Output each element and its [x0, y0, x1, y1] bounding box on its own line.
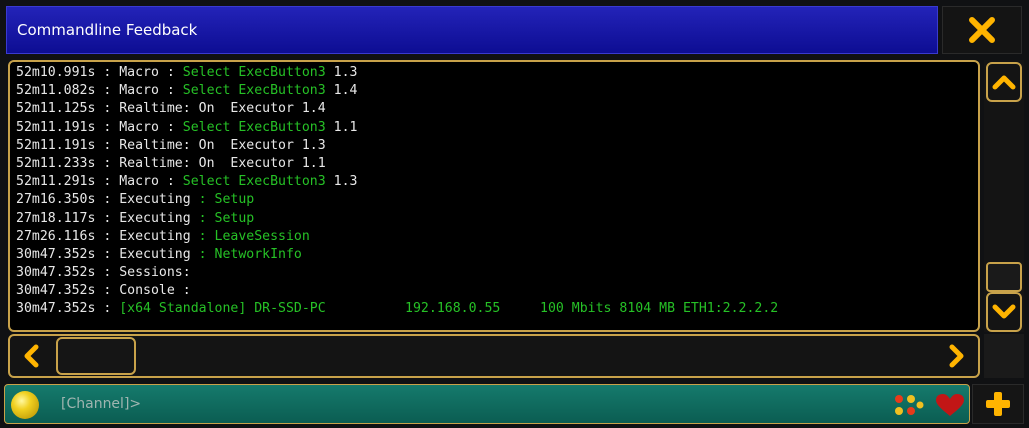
log-text: Macro :: [119, 83, 183, 99]
log-text: Console :: [119, 283, 191, 299]
log-timestamp: 52m11.191s: [16, 119, 96, 135]
log-text: Executing: [119, 246, 199, 262]
chevron-right-icon: [949, 344, 964, 368]
status-led-icon: [11, 391, 39, 419]
log-line: 30m47.352s : Console :: [16, 282, 972, 300]
log-line: 52m11.191s : Realtime: On Executor 1.3: [16, 137, 972, 155]
log-text: Executing: [119, 192, 199, 208]
log-highlight: : NetworkInfo: [198, 246, 302, 262]
log-timestamp: 27m18.117s: [16, 210, 96, 226]
log-timestamp: 27m26.116s: [16, 228, 96, 244]
scroll-right-button[interactable]: [938, 338, 974, 374]
log-separator: :: [95, 137, 120, 153]
log-detail: 1.3: [325, 65, 358, 80]
add-button[interactable]: [972, 384, 1024, 424]
chevron-down-icon: [992, 304, 1016, 319]
log-highlight: Select ExecButton3: [182, 83, 326, 99]
log-separator: :: [95, 101, 120, 117]
chevron-up-icon: [992, 75, 1016, 90]
log-text: Executing: [119, 228, 199, 244]
log-separator: :: [95, 246, 120, 262]
log-separator: :: [95, 192, 120, 208]
scroll-up-button[interactable]: [986, 62, 1022, 102]
log-line: 52m11.191s : Macro : Select ExecButton3 …: [16, 119, 972, 137]
log-separator: :: [95, 119, 120, 135]
log-separator: :: [95, 83, 120, 99]
log-separator: :: [95, 265, 120, 281]
log-text: Sessions:: [119, 265, 191, 281]
status-indicators: [889, 391, 969, 419]
scroll-down-button[interactable]: [986, 292, 1022, 332]
log-highlight: : Setup: [198, 192, 255, 208]
commandline-feedback-window: Commandline Feedback 52m10.991s : Macro …: [0, 0, 1029, 428]
vertical-scroll-thumb[interactable]: [986, 262, 1022, 292]
scroll-corner: [984, 334, 1024, 378]
log-timestamp: 30m47.352s: [16, 301, 96, 317]
log-highlight: Select ExecButton3: [182, 119, 326, 135]
log-line: 30m47.352s : Executing : NetworkInfo: [16, 246, 972, 264]
command-line-bar[interactable]: [Channel]>: [4, 384, 970, 424]
log-line: 27m18.117s : Executing : Setup: [16, 210, 972, 228]
log-timestamp: 30m47.352s: [16, 283, 96, 299]
log-detail: 1.1: [325, 119, 358, 135]
log-text: Macro :: [119, 174, 183, 190]
log-line: 27m16.350s : Executing : Setup: [16, 191, 972, 209]
horizontal-scrollbar[interactable]: [8, 334, 980, 378]
log-timestamp: 52m11.291s: [16, 174, 96, 190]
log-timestamp: 52m11.191s: [16, 137, 96, 153]
executor-dots-icon: [895, 395, 924, 415]
horizontal-scroll-thumb[interactable]: [56, 337, 136, 375]
log-timestamp: 30m47.352s: [16, 265, 96, 281]
heart-icon: [936, 394, 964, 416]
log-separator: :: [95, 301, 120, 317]
command-prompt[interactable]: [Channel]>: [61, 396, 141, 412]
log-highlight: Select ExecButton3: [182, 65, 326, 80]
log-separator: :: [95, 283, 120, 299]
log-line: 52m11.233s : Realtime: On Executor 1.1: [16, 155, 972, 173]
vertical-scrollbar[interactable]: [984, 60, 1024, 332]
log-separator: :: [95, 174, 120, 190]
log-text: Macro :: [119, 65, 183, 80]
plus-icon: [986, 392, 1010, 416]
log-detail: 1.3: [325, 174, 358, 190]
window-title: Commandline Feedback: [17, 21, 198, 39]
log-line: 52m11.082s : Macro : Select ExecButton3 …: [16, 82, 972, 100]
log-output[interactable]: 52m10.991s : Macro : Select ExecButton3 …: [8, 60, 980, 332]
log-line: 52m11.291s : Macro : Select ExecButton3 …: [16, 173, 972, 191]
log-timestamp: 27m16.350s: [16, 192, 96, 208]
log-timestamp: 52m11.082s: [16, 83, 96, 99]
chevron-left-icon: [24, 344, 39, 368]
log-separator: :: [95, 210, 120, 226]
close-x-icon: [969, 17, 995, 43]
scroll-left-button[interactable]: [14, 338, 50, 374]
log-line: 30m47.352s : [x64 Standalone] DR-SSD-PC …: [16, 300, 972, 318]
log-highlight: : Setup: [198, 210, 255, 226]
log-highlight: Select ExecButton3: [182, 174, 326, 190]
log-separator: :: [95, 65, 120, 80]
log-text: Macro :: [119, 119, 183, 135]
log-text: Realtime: On Executor 1.3: [119, 137, 326, 153]
close-button[interactable]: [942, 6, 1022, 54]
log-text: Realtime: On Executor 1.4: [119, 101, 326, 117]
log-separator: :: [95, 228, 120, 244]
log-line: 52m10.991s : Macro : Select ExecButton3 …: [16, 64, 972, 82]
log-timestamp: 52m10.991s: [16, 65, 96, 80]
log-highlight: : LeaveSession: [198, 228, 310, 244]
log-text: Executing: [119, 210, 199, 226]
log-timestamp: 30m47.352s: [16, 246, 96, 262]
log-line: 52m11.125s : Realtime: On Executor 1.4: [16, 100, 972, 118]
log-detail: 1.4: [325, 83, 358, 99]
log-highlight: [x64 Standalone] DR-SSD-PC 192.168.0.55 …: [119, 301, 779, 317]
log-timestamp: 52m11.233s: [16, 155, 96, 171]
log-line: 27m26.116s : Executing : LeaveSession: [16, 228, 972, 246]
log-timestamp: 52m11.125s: [16, 101, 96, 117]
log-text: Realtime: On Executor 1.1: [119, 155, 326, 171]
log-separator: :: [95, 155, 120, 171]
title-bar: Commandline Feedback: [6, 6, 938, 54]
log-line: 30m47.352s : Sessions:: [16, 264, 972, 282]
